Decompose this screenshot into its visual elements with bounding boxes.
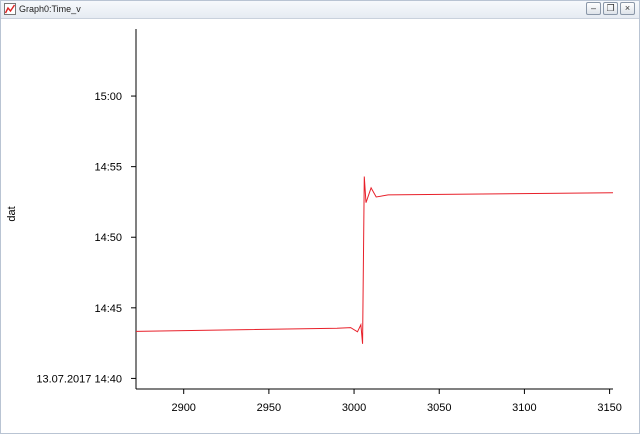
ticks-layer: 2900 2950 3000 3050 3100 3150 13.07.2017 14:40… <box>36 91 621 414</box>
axes-layer <box>135 29 613 390</box>
series-line <box>135 176 614 344</box>
y-axis-label: dat <box>6 206 18 221</box>
x-tick-label: 2950 <box>257 402 281 414</box>
y-tick-label: 14:50 <box>94 232 122 244</box>
chart-plot[interactable]: 2900 2950 3000 3050 3100 3150 13.07.2017 14:40… <box>1 1 640 435</box>
y-tick-label: 13.07.2017 14:40 <box>36 373 122 385</box>
x-tick-label: 3100 <box>512 402 536 414</box>
x-tick-label: 3050 <box>427 402 451 414</box>
x-tick-label: 2900 <box>171 402 195 414</box>
graph-window: Graph0:Time_v – ❐ × 2900 2950 3000 3050 3100… <box>0 0 640 434</box>
x-tick-label: 3000 <box>342 402 366 414</box>
series-layer <box>135 176 614 344</box>
y-tick-label: 14:55 <box>94 162 122 174</box>
y-tick-label: 14:45 <box>94 303 122 315</box>
y-tick-label: 15:00 <box>94 91 122 103</box>
x-tick-label: 3150 <box>597 402 621 414</box>
